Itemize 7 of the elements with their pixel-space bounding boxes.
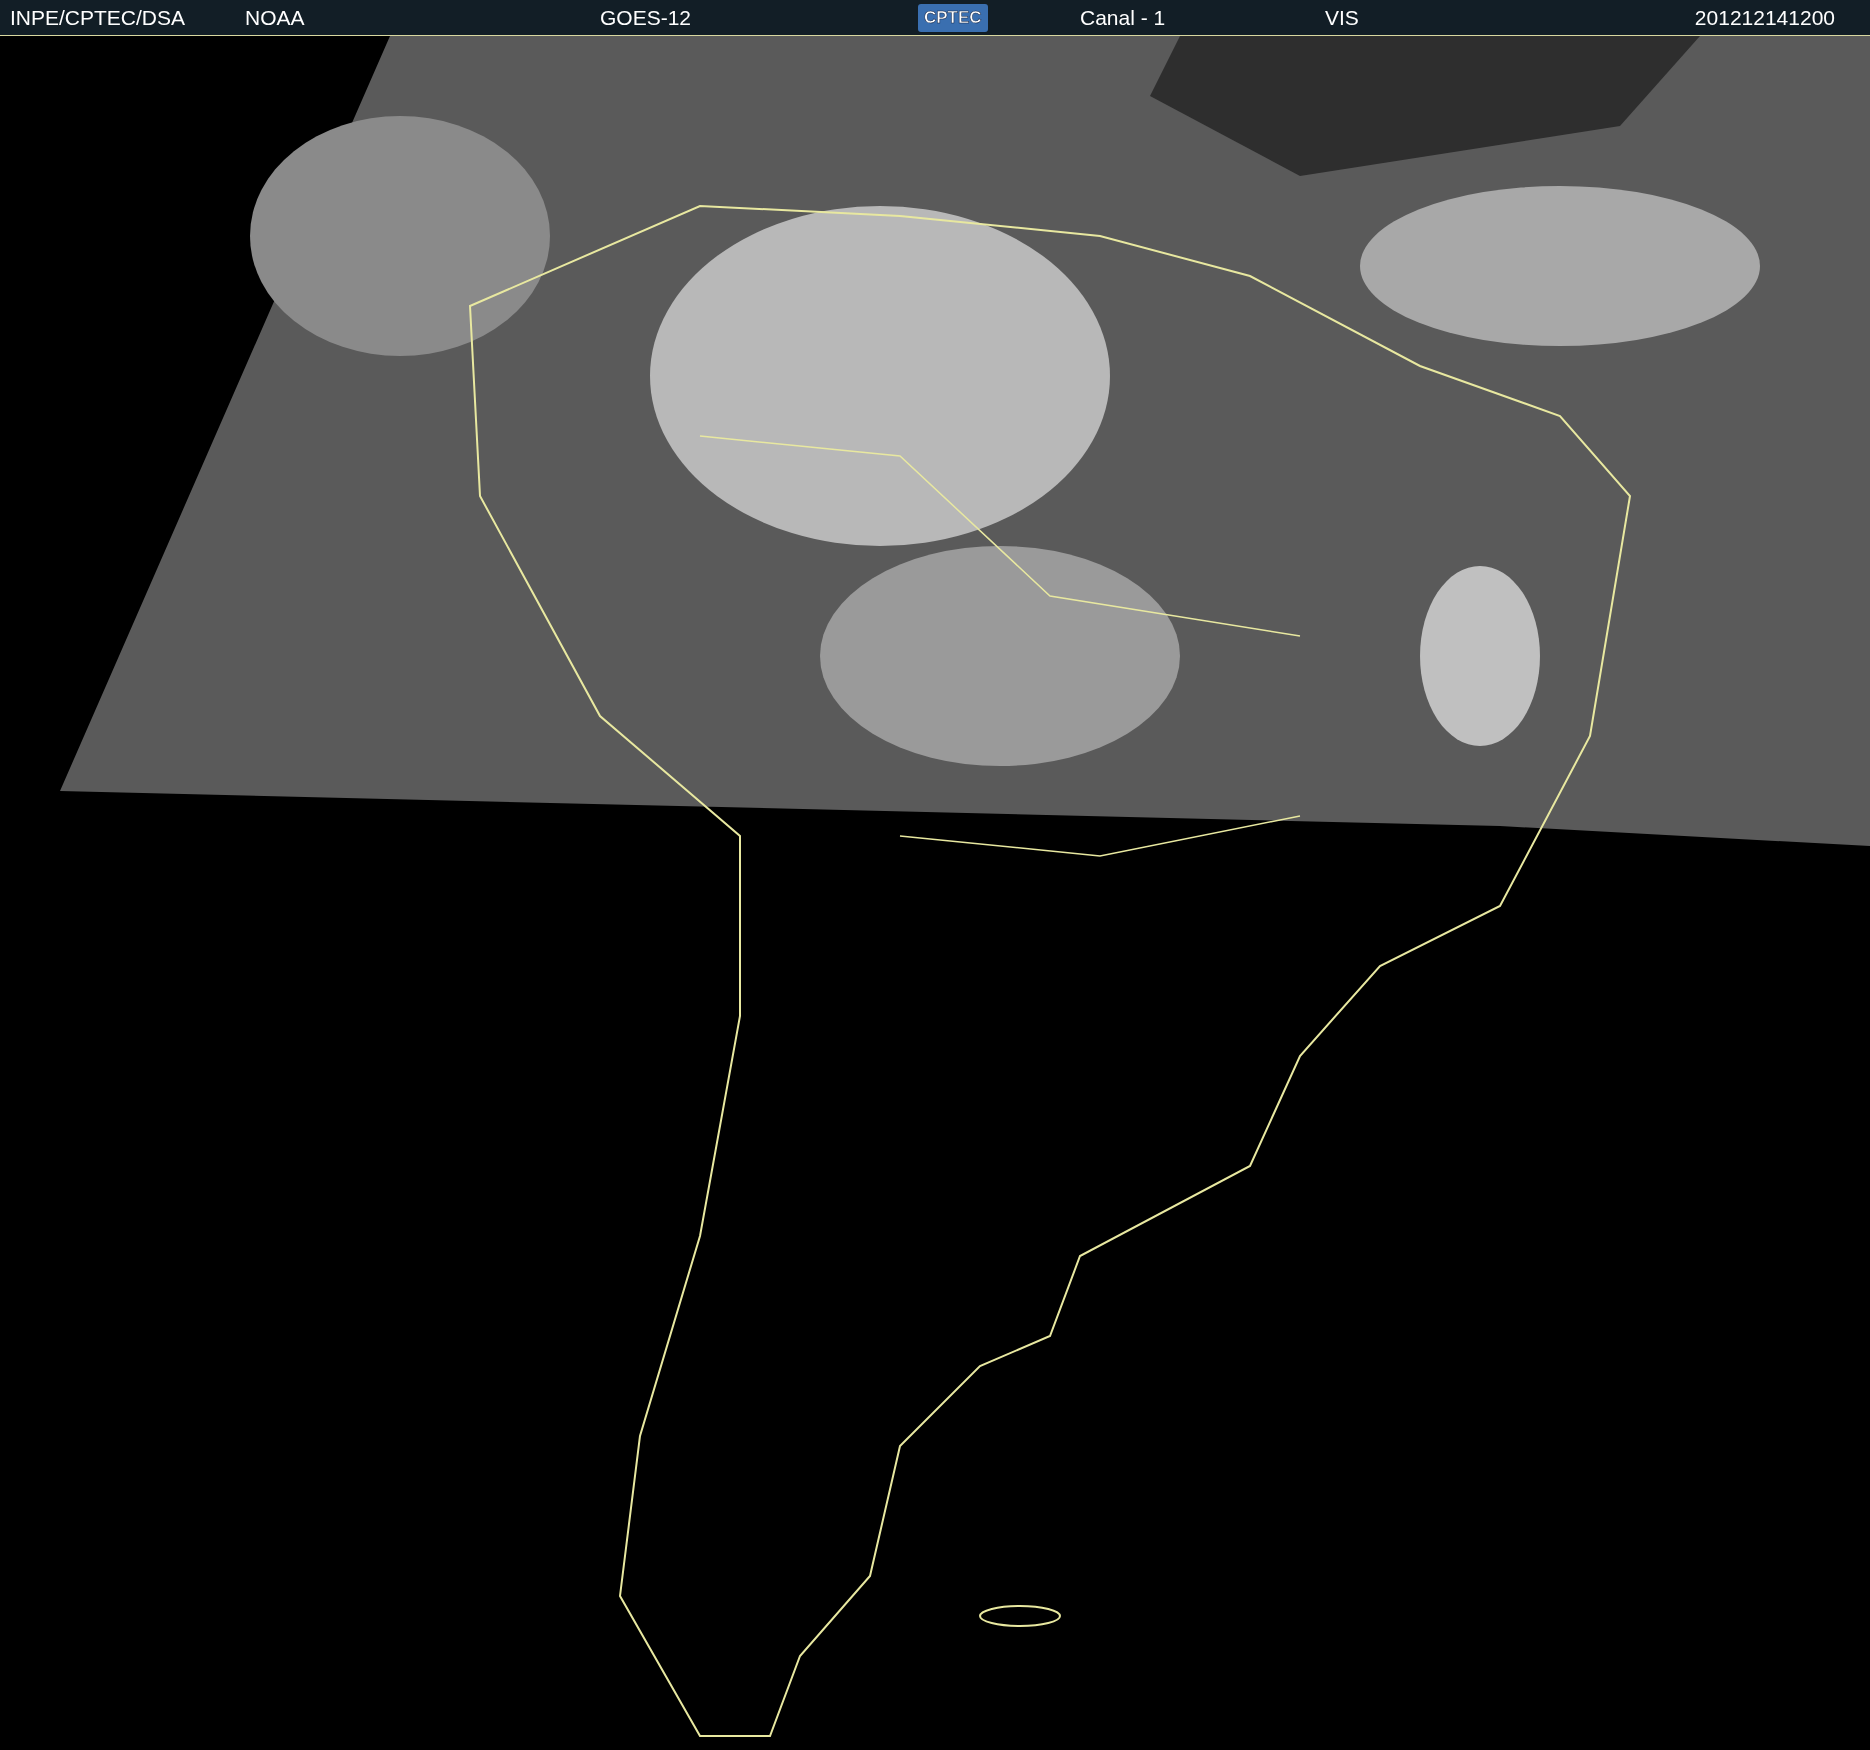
logo: CPTEC: [918, 3, 988, 32]
band-label: VIS: [1325, 5, 1359, 30]
channel-label: Canal - 1: [1080, 5, 1166, 30]
agency-label: NOAA: [245, 5, 305, 30]
satellite-label: GOES-12: [600, 5, 692, 30]
timestamp-label: 201212141200: [1694, 5, 1835, 30]
organization-label: INPE/CPTEC/DSA: [10, 5, 186, 30]
